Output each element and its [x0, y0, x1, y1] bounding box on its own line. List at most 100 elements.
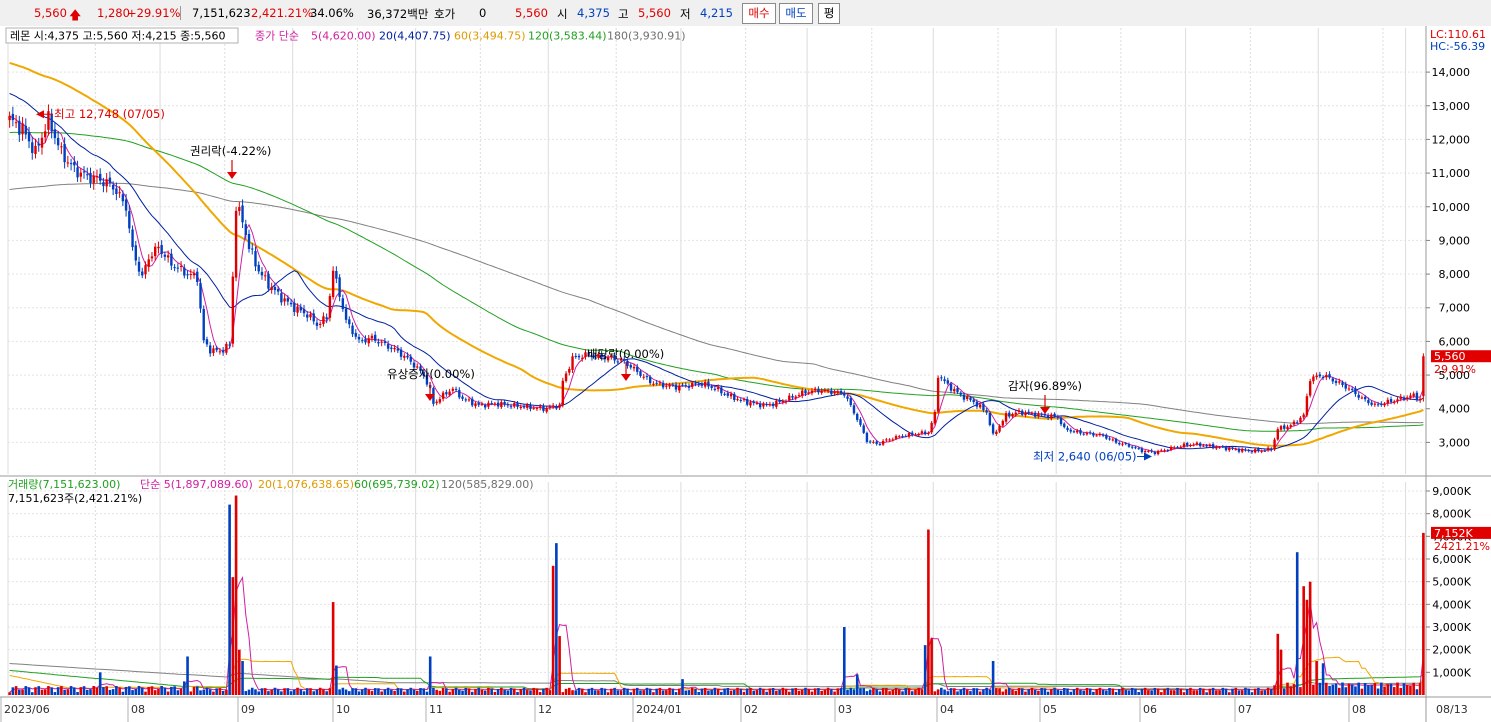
volume-bar [121, 691, 125, 695]
candle-body [1402, 397, 1406, 400]
candle-body [1373, 403, 1377, 405]
candle-body [14, 122, 18, 124]
candle-body [1134, 447, 1137, 449]
volume-bar [1315, 661, 1318, 695]
candle-body [92, 175, 95, 184]
candle-body [839, 390, 843, 394]
volume-bar [312, 691, 316, 695]
volume-bar [1092, 691, 1095, 695]
volume-bar [771, 688, 775, 695]
volume-bar [228, 504, 231, 695]
current-price: 5,560 [34, 6, 67, 20]
candle-body [797, 395, 801, 397]
candle-body [729, 393, 733, 397]
volume-bar [30, 692, 34, 695]
volume: 7,151,623 [192, 6, 251, 20]
volume-bar [626, 688, 629, 695]
volume-bar [487, 687, 490, 695]
candle-body [467, 399, 471, 401]
volume-bar [1004, 689, 1008, 695]
candle-body [804, 390, 807, 394]
candle-body [11, 113, 15, 121]
candle-body [658, 382, 662, 384]
candle-body [1211, 444, 1215, 449]
candle-body [962, 394, 966, 400]
volume-bar [95, 687, 99, 695]
volume-bar [1289, 686, 1293, 695]
candle-body [859, 419, 862, 425]
candle-body [1143, 451, 1147, 453]
volume-bar [231, 577, 235, 695]
volume-bar [684, 690, 688, 695]
volume-bar [513, 688, 516, 695]
candle-body [652, 383, 655, 385]
volume-bar [225, 689, 228, 695]
candle-body [160, 245, 163, 254]
candle-body [1030, 412, 1034, 414]
volume-bar [849, 687, 853, 695]
volume-bar [1156, 688, 1160, 695]
volume-bar [247, 689, 251, 695]
date-tick-label: 10 [336, 703, 350, 716]
candle-body [762, 403, 765, 407]
candle-body [186, 274, 189, 276]
candle-body [56, 137, 60, 146]
candle-body [1331, 378, 1334, 382]
candle-body [707, 381, 710, 387]
volume-bar [923, 645, 927, 695]
candle-body [577, 355, 581, 358]
candle-body [723, 393, 726, 395]
candle-body [509, 406, 513, 408]
candle-body [1189, 445, 1192, 447]
legend-vol-ma120: 120(585,829.00) [441, 478, 534, 491]
candle-body [251, 248, 254, 250]
volume-bar [428, 656, 432, 695]
candle-body [1124, 443, 1127, 445]
volume-bar [435, 689, 438, 695]
volume-bar [1208, 688, 1212, 695]
volume-bar [972, 688, 975, 695]
volume-bar [962, 687, 966, 695]
candle-body [27, 132, 31, 142]
candle-body [1137, 448, 1140, 450]
sell-button[interactable]: 매도 [779, 3, 813, 24]
volume-bar [927, 529, 930, 695]
candle-body [639, 371, 642, 376]
candle-body [836, 391, 840, 393]
volume-bar [875, 689, 878, 695]
volume-bar [92, 686, 96, 695]
candle-body [386, 344, 390, 349]
volume-bar [338, 689, 341, 695]
candle-body [775, 400, 778, 407]
volume-bar [322, 689, 325, 695]
candle-body [1095, 435, 1098, 437]
volume-bar [1069, 691, 1073, 695]
volume-bar [1215, 690, 1218, 695]
candle-body [1318, 374, 1322, 377]
candle-body [522, 406, 526, 408]
volume-bar [1318, 682, 1322, 695]
volume-bar [144, 691, 147, 695]
price-tick-label: 12,000 [1432, 133, 1471, 146]
candle-body [1415, 392, 1419, 400]
volume-bar [137, 685, 141, 695]
volume-bar [383, 689, 387, 695]
buy-button[interactable]: 매수 [742, 3, 776, 24]
volume-bar [959, 689, 963, 695]
volume-bar [208, 689, 212, 695]
volume-bar [1396, 682, 1399, 695]
candle-body [532, 408, 535, 410]
eval-button[interactable]: 평 [818, 3, 840, 24]
candle-body [626, 361, 629, 366]
candle-body [529, 404, 532, 409]
volume-bar [454, 687, 458, 695]
volume-bar [331, 602, 335, 695]
volume-bar [202, 689, 206, 695]
candle-body [128, 211, 131, 229]
volume-bar [1344, 687, 1348, 695]
candle-body [1082, 433, 1085, 435]
volume-bar [720, 691, 723, 695]
volume-bar [1360, 688, 1364, 695]
candle-body [991, 424, 995, 434]
date-tick-label: 08/13 [1436, 703, 1468, 716]
